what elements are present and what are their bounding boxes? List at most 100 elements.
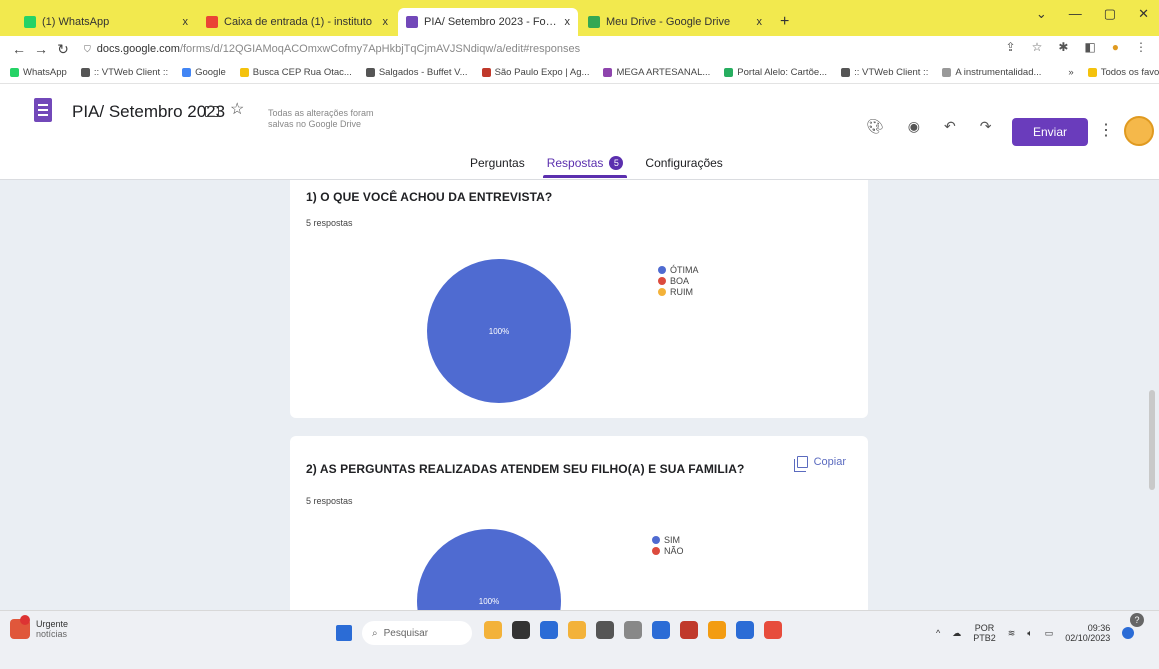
legend-label: RUIM <box>670 286 693 297</box>
bookmark-label: Busca CEP Rua Otac... <box>252 67 352 78</box>
form-tab-label: Respostas <box>546 156 604 170</box>
tab-configuraes[interactable]: Configurações <box>645 156 722 178</box>
star-icon[interactable]: ☆ <box>230 99 244 119</box>
language-code: POR <box>974 623 995 633</box>
battery-icon[interactable]: ▭ <box>1045 628 1054 639</box>
address-bar-actions: ⇪ ☆ ✱ ◧ ● ⋮ <box>1006 40 1147 54</box>
bookmark-item[interactable]: :: VTWeb Client :: <box>80 67 168 78</box>
taskbar-app-icon[interactable] <box>596 621 614 639</box>
bookmark-label: :: VTWeb Client :: <box>854 67 929 78</box>
url-path: /forms/d/12QGIAMoqACOmxwCofmy7ApHkbjTqCj… <box>179 43 581 55</box>
help-icon[interactable]: ? <box>1130 613 1144 627</box>
page-scrollbar[interactable] <box>1149 390 1155 490</box>
forward-icon[interactable]: → <box>30 41 52 57</box>
palette-icon[interactable]: 🎨︎ <box>866 118 884 135</box>
tab-perguntas[interactable]: Perguntas <box>470 156 525 178</box>
clock[interactable]: 09:36 02/10/2023 <box>1065 623 1110 643</box>
legend-swatch <box>652 546 660 555</box>
legend-entry: BOA <box>658 275 699 286</box>
tab-label: Meu Drive - Google Drive <box>606 16 731 28</box>
news-subtitle: notícias <box>36 629 68 639</box>
cloud-icon[interactable]: ☁ <box>952 628 961 639</box>
bookmark-favicon-icon <box>239 68 249 77</box>
bookmark-favicon-icon <box>365 68 375 77</box>
site-info-icon[interactable]: ⛉ <box>84 44 91 55</box>
bookmark-star-icon[interactable]: ☆ <box>1032 40 1043 54</box>
maximize-icon[interactable]: ▢ <box>1104 6 1116 22</box>
share-icon[interactable]: ⇪ <box>1006 40 1016 54</box>
taskbar-app-icon[interactable] <box>540 621 558 639</box>
tab-close-icon[interactable]: x <box>383 16 389 28</box>
notification-icon[interactable] <box>1122 627 1135 639</box>
extensions-icon[interactable]: ✱ <box>1058 40 1068 54</box>
tab-close-icon[interactable]: x <box>183 16 189 28</box>
clock-date: 02/10/2023 <box>1065 633 1111 643</box>
taskbar-app-icon[interactable] <box>484 621 502 639</box>
sidepanel-icon[interactable]: ◧ <box>1084 40 1095 54</box>
browser-tab[interactable]: PIA/ Setembro 2023 - Formulá x <box>398 8 578 36</box>
browser-menu-icon[interactable]: ⋮ <box>1135 40 1147 54</box>
bookmark-favicon-icon <box>841 68 851 77</box>
send-button[interactable]: Enviar <box>1012 118 1088 146</box>
saved-status: Todas as alterações foram salvas no Goog… <box>268 108 374 129</box>
volume-icon[interactable]: 🔈︎ <box>1027 628 1032 639</box>
taskbar-app-icon[interactable] <box>708 621 726 639</box>
browser-tab[interactable]: Meu Drive - Google Drive x <box>580 8 770 36</box>
pie-chart-1: 100% <box>427 259 571 403</box>
form-title[interactable]: PIA/ Setembro 2023 <box>72 102 225 122</box>
taskbar-app-icon[interactable] <box>680 621 698 639</box>
minimize-icon[interactable]: — <box>1069 6 1082 22</box>
browser-tab[interactable]: Caixa de entrada (1) - instituto x <box>198 8 396 36</box>
redo-icon[interactable]: ↷ <box>980 118 992 135</box>
response-count-badge: 5 <box>609 156 624 170</box>
profile-icon[interactable]: ● <box>1112 40 1119 54</box>
bookmark-item[interactable]: Portal Alelo: Cartõe... <box>724 67 827 78</box>
bookmark-item[interactable]: » <box>1055 67 1073 78</box>
url-host: docs.google.com <box>96 43 180 55</box>
copy-chart-button[interactable]: Copiar <box>793 456 846 472</box>
reload-icon[interactable]: ↻ <box>52 41 74 58</box>
bookmark-favicon-icon <box>724 68 734 77</box>
back-icon[interactable]: ← <box>8 41 30 57</box>
avatar[interactable] <box>1124 116 1154 146</box>
preview-eye-icon[interactable]: ◉ <box>908 118 920 135</box>
taskbar-app-icon[interactable] <box>624 621 642 639</box>
news-widget[interactable]: Urgente notícias <box>10 615 68 639</box>
bookmark-item[interactable]: WhatsApp <box>10 67 67 78</box>
input-language[interactable]: POR PTB2 <box>973 623 996 643</box>
chevron-up-icon[interactable]: ^ <box>936 628 940 638</box>
bookmark-item[interactable]: Google <box>182 67 226 78</box>
taskbar-app-icon[interactable] <box>736 621 754 639</box>
bookmark-item[interactable]: MEGA ARTESANAL... <box>603 67 710 78</box>
bookmark-item[interactable]: São Paulo Expo | Ag... <box>481 67 589 78</box>
url-field[interactable]: ⛉ docs.google.com/forms/d/12QGIAMoqACOmx… <box>84 43 580 55</box>
tab-close-icon[interactable]: x <box>757 16 763 28</box>
bookmark-item[interactable]: Busca CEP Rua Otac... <box>239 67 352 78</box>
question-title: 1) O QUE VOCÊ ACHOU DA ENTREVISTA? <box>306 190 553 204</box>
bookmark-item[interactable]: A instrumentalidad... <box>942 67 1041 78</box>
legend-label: ÓTIMA <box>670 264 699 275</box>
wifi-icon[interactable]: ≋ <box>1008 628 1016 639</box>
new-tab-button[interactable]: + <box>772 8 797 36</box>
bookmark-item[interactable]: Todos os favoritos <box>1087 67 1159 78</box>
close-icon[interactable]: ✕ <box>1138 6 1149 22</box>
browser-tab[interactable]: (1) WhatsApp x <box>16 8 196 36</box>
bookmark-item[interactable]: :: VTWeb Client :: <box>841 67 928 78</box>
legend-swatch <box>658 287 666 296</box>
tab-close-icon[interactable]: x <box>565 16 571 28</box>
undo-icon[interactable]: ↶ <box>944 118 956 135</box>
google-forms-icon[interactable] <box>34 98 52 122</box>
windows-start-icon[interactable] <box>336 625 352 641</box>
chevron-down-icon[interactable]: ⌄ <box>1036 6 1047 22</box>
taskbar-app-icon[interactable] <box>652 621 670 639</box>
tab-respostas[interactable]: Respostas 5 <box>542 156 628 178</box>
taskbar-app-icon[interactable] <box>764 621 782 639</box>
folder-icon[interactable] <box>205 106 219 117</box>
legend-label: SIM <box>664 534 681 545</box>
taskbar-search[interactable]: ⌕ Pesquisar <box>362 621 472 645</box>
more-options-icon[interactable]: ⋮ <box>1098 120 1114 140</box>
form-tab-label: Configurações <box>645 156 723 170</box>
bookmark-item[interactable]: Salgados - Buffet V... <box>365 67 468 78</box>
taskbar-app-icon[interactable] <box>512 621 530 639</box>
taskbar-app-icon[interactable] <box>568 621 586 639</box>
